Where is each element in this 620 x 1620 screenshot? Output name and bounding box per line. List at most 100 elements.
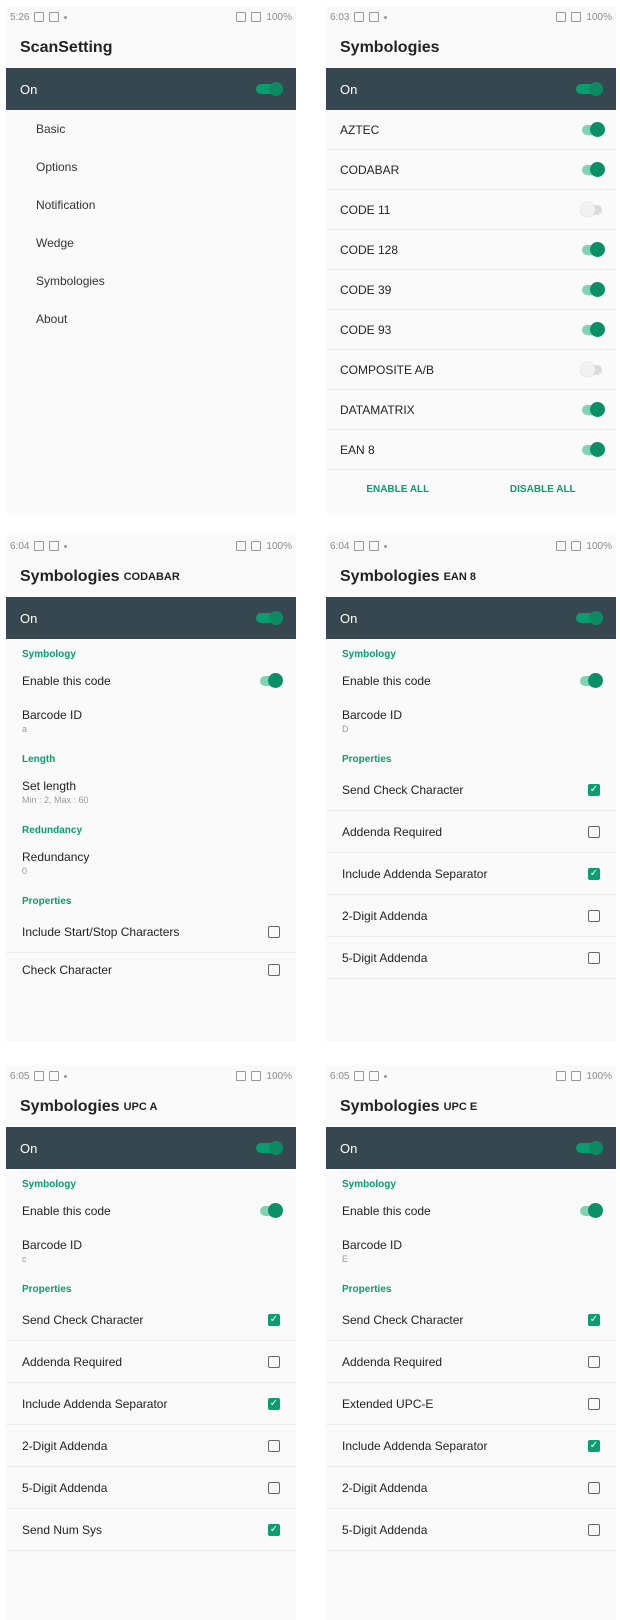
toggle-switch[interactable] [582,321,605,337]
symbology-row-ean8[interactable]: EAN 8 [326,430,616,470]
checkbox[interactable] [588,909,600,922]
symbology-row-code128[interactable]: CODE 128 [326,230,616,270]
master-toggle[interactable] [576,82,603,96]
section-header-length: Length [22,754,56,765]
master-switch-bar[interactable]: On [6,1127,296,1169]
property-row[interactable]: 5-Digit Addenda [326,1509,616,1551]
checkbox[interactable] [268,964,280,976]
master-switch-bar[interactable]: On [326,1127,616,1169]
toggle-switch[interactable] [582,241,605,257]
property-row[interactable]: 2-Digit Addenda [6,1425,296,1467]
checkbox-checked[interactable]: ✓ [588,1439,600,1452]
enable-toggle[interactable] [260,673,283,688]
enable-toggle[interactable] [580,673,603,688]
symbology-row-composite[interactable]: COMPOSITE A/B [326,350,616,390]
symbology-row-codabar[interactable]: CODABAR [326,150,616,190]
master-switch-bar[interactable]: On [6,68,296,110]
property-row[interactable]: Send Check Character ✓ [326,1299,616,1341]
page-title: Symbologies EAN 8 [326,557,616,597]
toggle-switch[interactable] [582,401,605,417]
symbology-row-code11[interactable]: CODE 11 [326,190,616,230]
checkbox-checked[interactable]: ✓ [588,783,600,796]
barcode-id-row[interactable]: Barcode ID E [326,1228,616,1274]
enable-code-row[interactable]: Enable this code [6,1194,296,1228]
symbology-row-aztec[interactable]: AZTEC [326,110,616,150]
property-row[interactable]: Addenda Required [326,1341,616,1383]
checkbox[interactable] [268,1439,280,1452]
checkbox[interactable] [588,1397,600,1410]
dot-icon [384,15,388,19]
title-text: Symbologies [340,1098,440,1115]
battery-level: 100% [586,1070,612,1082]
property-row[interactable]: Include Addenda Separator ✓ [326,853,616,895]
disable-all-button[interactable]: DISABLE ALL [510,484,576,495]
property-row[interactable]: Include Addenda Separator ✓ [6,1383,296,1425]
property-row[interactable]: 5-Digit Addenda [326,937,616,979]
enable-toggle[interactable] [580,1203,603,1218]
checkbox[interactable] [588,951,600,964]
enable-code-row[interactable]: Enable this code [6,664,296,698]
checkbox[interactable] [588,1481,600,1494]
barcode-id-row[interactable]: Barcode ID D [326,698,616,744]
property-row[interactable]: 5-Digit Addenda [6,1467,296,1509]
master-toggle[interactable] [576,611,603,625]
enable-code-row[interactable]: Enable this code [326,1194,616,1228]
title-text: Symbologies [20,568,120,585]
master-toggle[interactable] [256,82,283,96]
barcode-id-row[interactable]: Barcode ID a [6,698,296,744]
toggle-switch[interactable] [582,441,605,457]
property-row[interactable]: Send Num Sys ✓ [6,1509,296,1551]
menu-item-basic[interactable]: Basic [6,110,296,148]
menu-item-symbologies[interactable]: Symbologies [6,262,296,300]
master-switch-bar[interactable]: On [6,597,296,639]
master-toggle[interactable] [256,1141,283,1155]
toggle-switch[interactable] [580,361,602,377]
checkbox[interactable] [588,1523,600,1536]
symbology-row-datamatrix[interactable]: DATAMATRIX [326,390,616,430]
master-toggle[interactable] [576,1141,603,1155]
master-switch-bar[interactable]: On [326,68,616,110]
checkbox-checked[interactable]: ✓ [268,1313,280,1326]
start-stop-row[interactable]: Include Start/Stop Characters [6,911,296,953]
property-row[interactable]: Addenda Required [6,1341,296,1383]
checkbox[interactable] [588,825,600,838]
checkbox[interactable] [268,925,280,938]
toggle-switch[interactable] [582,281,605,297]
checkbox-checked[interactable]: ✓ [268,1523,280,1536]
property-row[interactable]: Send Check Character ✓ [6,1299,296,1341]
master-toggle[interactable] [256,611,283,625]
toggle-switch[interactable] [580,201,602,217]
symbology-label: CODE 128 [340,242,399,257]
toggle-switch[interactable] [582,161,605,177]
property-row[interactable]: Send Check Character ✓ [326,769,616,811]
property-row[interactable]: 2-Digit Addenda [326,1467,616,1509]
symbology-row-code39[interactable]: CODE 39 [326,270,616,310]
checkbox[interactable] [588,1355,600,1368]
property-row[interactable]: Addenda Required [326,811,616,853]
checkbox-checked[interactable]: ✓ [268,1397,280,1410]
enable-code-row[interactable]: Enable this code [326,664,616,698]
enable-toggle[interactable] [260,1203,283,1218]
menu-item-options[interactable]: Options [6,148,296,186]
property-row[interactable]: 2-Digit Addenda [326,895,616,937]
set-length-row[interactable]: Set length Min : 2, Max : 60 [6,769,296,815]
symbology-label: CODE 93 [340,322,392,337]
wifi-icon [571,541,582,551]
property-row[interactable]: Extended UPC-E [326,1383,616,1425]
symbology-row-code93[interactable]: CODE 93 [326,310,616,350]
menu-item-wedge[interactable]: Wedge [6,224,296,262]
enable-all-button[interactable]: ENABLE ALL [366,484,429,495]
toggle-switch[interactable] [582,121,605,137]
master-switch-bar[interactable]: On [326,597,616,639]
checkbox[interactable] [268,1355,280,1368]
property-row[interactable]: Include Addenda Separator ✓ [326,1425,616,1467]
menu-item-notification[interactable]: Notification [6,186,296,224]
menu-item-about[interactable]: About [6,300,296,338]
checkbox-checked[interactable]: ✓ [588,867,600,880]
barcode-id-row[interactable]: Barcode ID c [6,1228,296,1274]
redundancy-row[interactable]: Redundancy 0 [6,840,296,886]
check-character-row[interactable]: Check Character [6,953,296,987]
checkbox-checked[interactable]: ✓ [588,1313,600,1326]
checkbox[interactable] [268,1481,280,1494]
property-label: Addenda Required [342,824,443,839]
